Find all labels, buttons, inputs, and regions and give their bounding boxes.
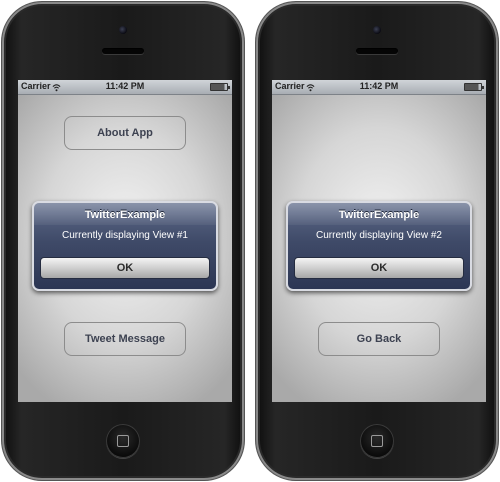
tweet-message-button[interactable]: Tweet Message xyxy=(64,322,186,356)
camera-lens xyxy=(373,26,381,34)
alert-title: TwitterExample xyxy=(338,209,420,221)
speaker-grille xyxy=(356,48,398,54)
status-bar: Carrier 11:42 PM xyxy=(18,80,232,95)
status-time: 11:42 PM xyxy=(359,81,399,91)
alert-ok-button[interactable]: OK xyxy=(40,257,210,279)
alert-message: Currently displaying View #2 xyxy=(316,230,442,241)
comparison-stage: Carrier 11:42 PM About App TwitterExampl… xyxy=(0,0,500,482)
iphone-left: Carrier 11:42 PM About App TwitterExampl… xyxy=(2,2,244,480)
alert-dialog: TwitterExample Currently displaying View… xyxy=(286,201,472,291)
status-bar: Carrier 11:42 PM xyxy=(272,80,486,95)
alert-title: TwitterExample xyxy=(84,209,166,221)
camera-lens xyxy=(119,26,127,34)
alert-message: Currently displaying View #1 xyxy=(62,230,188,241)
battery-icon xyxy=(210,83,230,91)
about-app-button[interactable]: About App xyxy=(64,116,186,150)
home-square-icon xyxy=(117,435,129,447)
speaker-grille xyxy=(102,48,144,54)
screen-view-1: Carrier 11:42 PM About App TwitterExampl… xyxy=(18,80,232,402)
screen-view-2: Carrier 11:42 PM TwitterExample Currentl… xyxy=(272,80,486,402)
battery-icon xyxy=(464,83,484,91)
iphone-right: Carrier 11:42 PM TwitterExample Currentl… xyxy=(256,2,498,480)
home-button[interactable] xyxy=(360,424,394,458)
status-time: 11:42 PM xyxy=(105,81,145,91)
alert-ok-button[interactable]: OK xyxy=(294,257,464,279)
home-button[interactable] xyxy=(106,424,140,458)
go-back-button[interactable]: Go Back xyxy=(318,322,440,356)
home-square-icon xyxy=(371,435,383,447)
alert-dialog: TwitterExample Currently displaying View… xyxy=(32,201,218,291)
